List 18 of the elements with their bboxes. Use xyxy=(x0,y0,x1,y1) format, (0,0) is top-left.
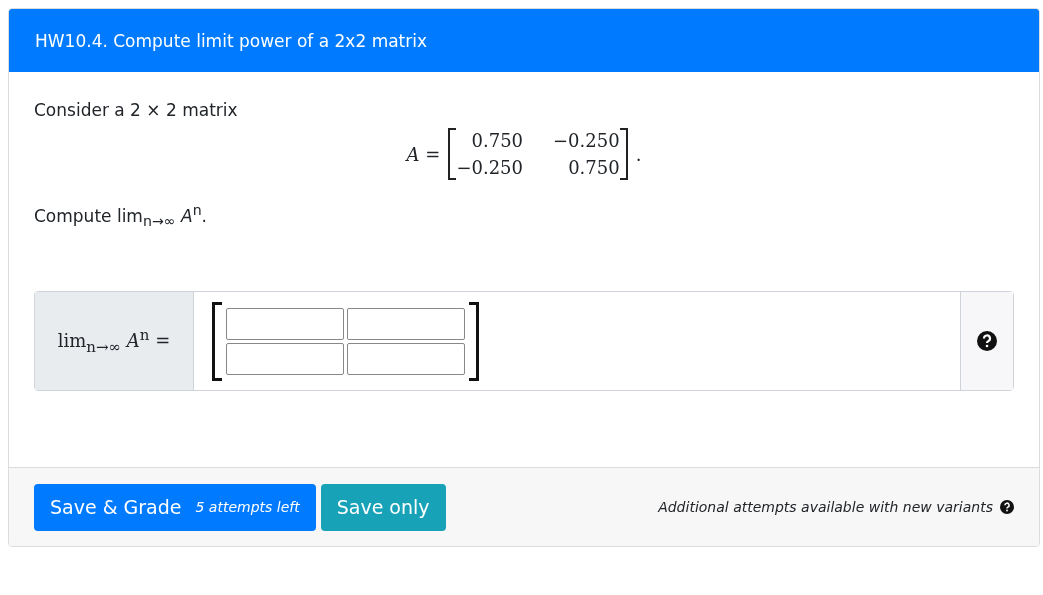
help-icon[interactable] xyxy=(977,331,997,352)
matrix: 0.750 −0.250 −0.250 0.750 xyxy=(448,128,628,180)
save-only-button[interactable]: Save only xyxy=(320,483,446,531)
input-field[interactable] xyxy=(347,307,465,340)
right-bracket-icon xyxy=(469,301,479,381)
period-text: . xyxy=(635,143,642,165)
matrix-label: A = xyxy=(406,143,441,165)
card-title: HW10.4. Compute limit power of a 2x2 matrix xyxy=(35,30,428,51)
prompt-text: Compute lim$_{n→∞}$ A$^{n}$. xyxy=(34,205,207,226)
attempts-note: Additional attempts available with new variants xyxy=(658,499,993,516)
save-grade-button[interactable]: Save & Grade 5 attempts left xyxy=(34,483,316,531)
input-field[interactable] xyxy=(226,307,344,340)
answer-label: lim$_{n→∞}$ A$^{n}$ = xyxy=(57,326,171,356)
input-field[interactable] xyxy=(347,342,465,375)
input-field[interactable] xyxy=(226,342,344,375)
help-icon[interactable] xyxy=(1000,500,1014,515)
intro-text: Consider a 2 × 2 matrix xyxy=(34,100,238,120)
left-bracket-icon xyxy=(212,301,222,381)
